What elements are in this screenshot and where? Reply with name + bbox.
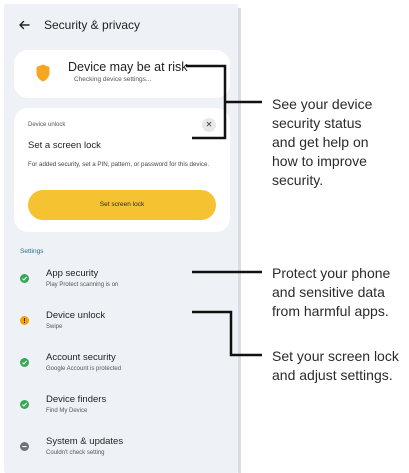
note-line: and get help on bbox=[272, 134, 369, 150]
note-line: from harmful apps. bbox=[272, 303, 389, 319]
callout-apps-text: Protect your phone and sensitive data fr… bbox=[272, 264, 390, 321]
lock-pointer-line bbox=[192, 310, 262, 357]
note-line: and sensitive data bbox=[272, 284, 385, 300]
note-line: and adjust settings. bbox=[272, 367, 393, 383]
note-line: security. bbox=[272, 172, 324, 188]
note-line: Protect your phone bbox=[272, 265, 391, 281]
callout-status-text: See your device security status and get … bbox=[272, 95, 372, 190]
note-line: how to improve bbox=[272, 153, 367, 169]
note-line: See your device bbox=[272, 96, 373, 112]
note-line: security status bbox=[272, 115, 362, 131]
callout-lock-text: Set your screen lock and adjust settings… bbox=[272, 347, 399, 385]
callout-lines bbox=[186, 64, 262, 357]
status-bracket-line bbox=[186, 64, 227, 140]
note-line: Set your screen lock bbox=[272, 348, 399, 364]
